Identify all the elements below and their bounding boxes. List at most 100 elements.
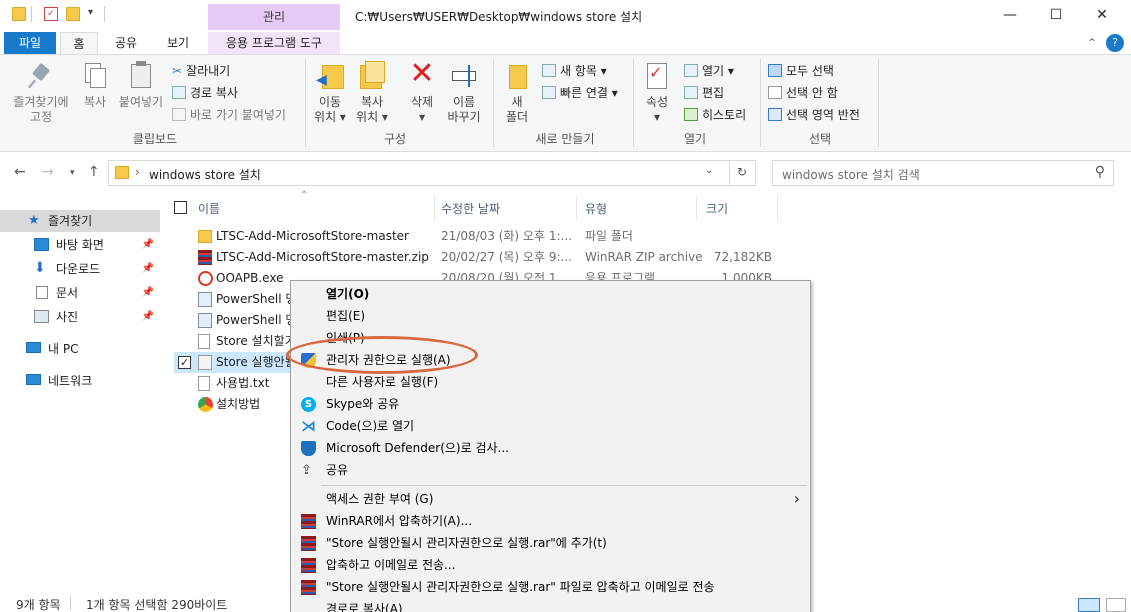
column-divider[interactable] [434,196,435,220]
edit-button[interactable]: 편집 [684,83,724,103]
pin-label: 즐겨찾기에 고정 [13,95,69,124]
share-icon: ⇪ [301,463,312,478]
invert-selection-icon [768,108,782,121]
close-button[interactable]: ✕ [1079,0,1125,30]
customize-toolbar-icon[interactable]: ▾ [88,7,93,18]
menu-item-give-access[interactable]: 액세스 권한 부여 (G) › [291,488,810,510]
nav-item-downloads[interactable]: ⬇ 다운로드 📌 [0,258,160,280]
forward-arrow-icon[interactable]: → [42,164,54,180]
selection-info: 1개 항목 선택함 290바이트 [86,598,228,612]
menu-item-open[interactable]: 열기(O) [291,283,810,305]
nav-item-pictures[interactable]: 사진 📌 [0,306,160,328]
pin-icon[interactable]: 📌 [142,234,154,256]
file-row-selected[interactable]: ✓ Store 실행안될 [174,352,296,373]
copy-label: 복사 [83,95,107,109]
open-button[interactable]: 열기 ▾ [684,61,734,81]
menu-item-skype-share[interactable]: S Skype와 공유 [291,393,810,415]
row-checkbox-checked[interactable]: ✓ [178,356,191,369]
tab-share[interactable]: 공유 [104,32,148,54]
column-type[interactable]: 유형 [585,200,607,217]
delete-button[interactable]: ✕ 삭제 ▾ [402,56,442,125]
invert-selection-button[interactable]: 선택 영역 반전 [768,105,860,125]
column-size[interactable]: 크기 [706,200,728,217]
nav-item-quick-access[interactable]: ★ 즐겨찾기 [0,210,160,232]
back-arrow-icon[interactable]: ← [14,164,26,180]
divider [70,596,71,610]
copy-icon [81,61,109,91]
new-item-icon [542,64,556,77]
tab-file[interactable]: 파일 [4,32,56,54]
menu-item-winrar-compress-to-email[interactable]: "Store 실행안될시 관리자권한으로 실행.rar" 파일로 압축하고 이메… [291,576,810,598]
nav-item-desktop[interactable]: 바탕 화면 📌 [0,234,160,256]
copy-to-button[interactable]: 복사 위치 ▾ [352,61,392,125]
folder-icon [198,230,212,243]
chevron-right-icon[interactable]: › [135,165,140,179]
menu-item-winrar-compress[interactable]: WinRAR에서 압축하기(A)... [291,510,810,532]
nav-item-documents[interactable]: 문서 📌 [0,282,160,304]
document-icon [36,286,48,299]
paste-button[interactable]: 붙여넣기 [116,61,166,110]
copy-button[interactable]: 복사 [78,61,112,110]
large-icons-view-icon[interactable] [1106,598,1126,612]
menu-item-defender-scan[interactable]: Microsoft Defender(으)로 검사... [291,437,810,459]
delete-x-icon: ✕ [409,56,435,91]
paste-shortcut-button[interactable]: 바로 가기 붙여넣기 [172,105,286,125]
easy-access-button[interactable]: 빠른 연결 ▾ [542,83,618,103]
column-date[interactable]: 수정한 날짜 [441,200,500,217]
copy-path-icon [172,86,186,99]
new-folder-icon[interactable] [66,7,80,21]
ribbon-collapse-icon[interactable]: ⌃ [1082,32,1102,54]
paste-shortcut-icon [172,108,186,121]
maximize-button[interactable]: ☐ [1033,0,1079,30]
text-file-icon [198,334,210,349]
copy-path-button[interactable]: 경로 복사 [172,83,238,103]
file-row[interactable]: LTSC-Add-MicrosoftStore-master 21/08/03 … [174,226,794,247]
file-row[interactable]: LTSC-Add-MicrosoftStore-master.zip 20/02… [174,247,794,268]
pin-icon[interactable]: 📌 [142,306,154,328]
properties-check-icon: ✓ [643,61,671,91]
refresh-icon[interactable]: ↻ [737,165,747,179]
pin-icon[interactable]: 📌 [142,282,154,304]
select-all-button[interactable]: 모두 선택 [768,61,834,81]
chevron-down-icon[interactable]: ⌄ [705,165,713,176]
rename-button[interactable]: 이름 바꾸기 [442,61,486,125]
details-view-icon[interactable] [1078,598,1100,612]
select-all-checkbox[interactable] [174,201,187,214]
menu-item-copy-as-path[interactable]: 경로로 복사(A) [291,598,810,612]
select-none-button[interactable]: 선택 안 함 [768,83,838,103]
new-folder-button[interactable]: 새 폴더 [500,61,534,125]
menu-item-winrar-compress-email[interactable]: 압축하고 이메일로 전송... [291,554,810,576]
menu-item-run-as-other-user[interactable]: 다른 사용자로 실행(F) [291,371,810,393]
nav-item-this-pc[interactable]: 내 PC [0,338,160,360]
tab-view[interactable]: 보기 [154,32,202,54]
menu-item-edit[interactable]: 편집(E) [291,305,810,327]
column-divider[interactable] [777,196,778,220]
history-button[interactable]: 히스토리 [684,105,746,125]
menu-item-open-with-code[interactable]: ⋊ Code(으)로 열기 [291,415,810,437]
up-arrow-icon[interactable]: ↑ [88,164,100,180]
pin-quick-access-button[interactable]: 즐겨찾기에 고정 [6,61,76,125]
menu-item-share[interactable]: ⇪ 공유 [291,459,810,481]
minimize-button[interactable]: — [987,0,1033,30]
move-to-button[interactable]: ◀ 이동 위치 ▾ [310,61,350,125]
new-item-button[interactable]: 새 항목 ▾ [542,61,607,81]
search-icon[interactable]: ⚲ [1095,164,1105,180]
search-box[interactable]: windows store 설치 검색 ⚲ [772,160,1114,186]
properties-button[interactable]: ✓ 속성 ▾ [640,61,674,125]
tab-home[interactable]: 홈 [60,32,98,54]
column-name[interactable]: 이름 [198,200,220,217]
properties-icon[interactable]: ✓ [44,7,58,21]
column-divider[interactable] [696,196,697,220]
tab-app-tools[interactable]: 응용 프로그램 도구 [208,32,340,54]
column-divider[interactable] [576,196,577,220]
cut-button[interactable]: ✂ 잘라내기 [172,61,230,81]
item-count: 9개 항목 [16,598,61,612]
address-bar[interactable]: › windows store 설치 ⌄ ↻ [108,160,756,186]
pin-icon[interactable]: 📌 [142,258,154,280]
nav-item-network[interactable]: 네트워크 [0,370,160,392]
search-placeholder: windows store 설치 검색 [782,168,920,182]
desktop-icon [34,238,49,251]
help-icon[interactable]: ? [1106,34,1124,52]
recent-locations-icon[interactable]: ▾ [70,168,75,178]
menu-item-winrar-add-to[interactable]: "Store 실행안될시 관리자권한으로 실행.rar"에 추가(t) [291,532,810,554]
